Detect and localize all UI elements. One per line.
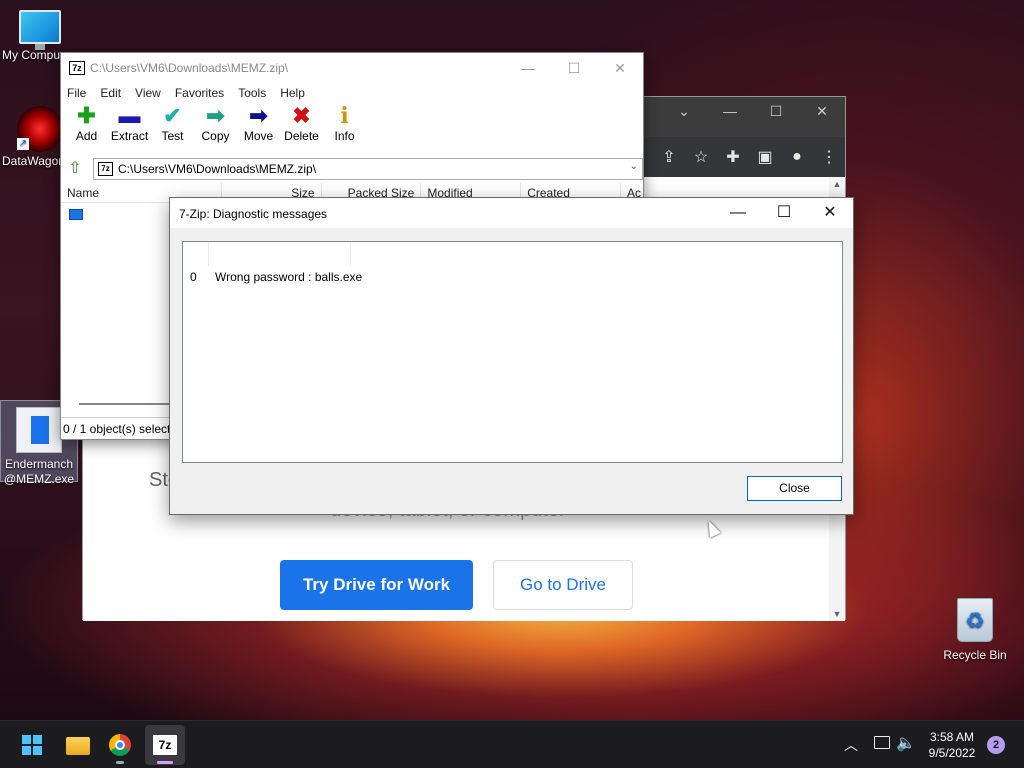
7zip-icon: 7z bbox=[153, 735, 177, 755]
toolbar: ✚ Add ▬ Extract ✔ Test ➡ Copy ➡ Move ✖ Delete … bbox=[61, 103, 643, 155]
diagnostic-dialog[interactable]: 7-Zip: Diagnostic messages — ☐ ✕ 0 Wrong … bbox=[169, 197, 854, 515]
maximize-icon[interactable]: ☐ bbox=[761, 198, 807, 228]
close-button[interactable]: Close bbox=[747, 476, 842, 501]
chrome-window-controls: ⌄ — ☐ ✕ bbox=[661, 97, 845, 127]
horizontal-scrollbar[interactable] bbox=[79, 403, 179, 405]
copy-label: Copy bbox=[201, 129, 230, 143]
status-text: 0 / 1 object(s) selecte bbox=[63, 422, 178, 436]
desktop-icon-label: @MEMZ.exe bbox=[3, 472, 75, 486]
delete-button[interactable]: ✖ Delete bbox=[280, 103, 323, 155]
minus-icon: ▬ bbox=[118, 103, 141, 128]
side-panel-icon[interactable]: ▣ bbox=[755, 147, 775, 167]
maximize-icon[interactable]: ☐ bbox=[753, 97, 799, 127]
kebab-menu-icon[interactable]: ⋮ bbox=[819, 147, 839, 167]
taskbar-7zip[interactable]: 7z bbox=[145, 725, 185, 765]
menu-view[interactable]: View bbox=[135, 83, 161, 103]
menu-edit[interactable]: Edit bbox=[100, 83, 121, 103]
extensions-icon[interactable]: ✚ bbox=[723, 147, 743, 167]
test-button[interactable]: ✔ Test bbox=[151, 103, 194, 155]
network-icon[interactable] bbox=[874, 736, 890, 749]
delete-label: Delete bbox=[284, 129, 319, 143]
clock-date: 9/5/2022 bbox=[928, 746, 976, 760]
message-text: Wrong password : balls.exe bbox=[215, 270, 363, 284]
chrome-icon bbox=[109, 734, 131, 756]
up-folder-icon[interactable]: ⇧ bbox=[65, 159, 85, 179]
taskbar-file-explorer[interactable] bbox=[57, 725, 97, 765]
7zip-archive-icon: 7z bbox=[98, 162, 113, 176]
scroll-down-icon[interactable]: ▼ bbox=[829, 609, 845, 619]
shortcut-arrow-icon: ↗ bbox=[17, 138, 29, 150]
move-arrow-icon: ➡ bbox=[249, 103, 268, 128]
close-icon[interactable]: ✕ bbox=[799, 97, 845, 127]
scroll-up-icon[interactable]: ▲ bbox=[829, 179, 845, 189]
chevron-down-icon[interactable]: ⌄ bbox=[630, 161, 638, 172]
go-to-drive-button[interactable]: Go to Drive bbox=[493, 560, 633, 610]
monitor-icon bbox=[19, 10, 61, 50]
desktop-icon-label: Endermanch bbox=[4, 457, 74, 471]
check-arrow-icon: ✔ bbox=[163, 103, 182, 128]
close-icon[interactable]: ✕ bbox=[597, 53, 643, 83]
minimize-icon[interactable]: — bbox=[505, 53, 551, 83]
profile-icon[interactable]: ● bbox=[787, 148, 807, 166]
address-row: ⇧ 7z C:\Users\VM6\Downloads\MEMZ.zip\ ⌄ bbox=[61, 157, 643, 181]
datawagon-icon: ↗ bbox=[17, 106, 63, 152]
taskbar: 7z ︿ 🔈 3:58 AM 9/5/2022 2 bbox=[0, 720, 1024, 768]
list-header bbox=[183, 242, 353, 266]
plus-icon: ✚ bbox=[77, 103, 96, 128]
menu-favorites[interactable]: Favorites bbox=[175, 83, 224, 103]
executable-icon bbox=[16, 407, 62, 453]
taskbar-chrome[interactable] bbox=[100, 725, 140, 765]
chevron-up-icon[interactable]: ︿ bbox=[844, 735, 858, 755]
close-icon[interactable]: ✕ bbox=[807, 198, 853, 228]
address-text: C:\Users\VM6\Downloads\MEMZ.zip\ bbox=[118, 162, 317, 176]
copy-arrow-icon: ➡ bbox=[206, 103, 225, 128]
info-label: Info bbox=[334, 129, 355, 143]
extract-button[interactable]: ▬ Extract bbox=[108, 103, 151, 155]
move-button[interactable]: ➡ Move bbox=[237, 103, 280, 155]
add-button[interactable]: ✚ Add bbox=[65, 103, 108, 155]
7zip-logo-icon: 7z bbox=[69, 61, 85, 75]
info-icon: i bbox=[340, 103, 349, 129]
minimize-icon[interactable]: — bbox=[715, 198, 761, 228]
dialog-title: 7-Zip: Diagnostic messages bbox=[179, 207, 328, 221]
chevron-down-icon[interactable]: ⌄ bbox=[661, 97, 707, 127]
minimize-icon[interactable]: — bbox=[707, 97, 753, 127]
share-icon[interactable]: ⇪ bbox=[659, 147, 679, 167]
extract-label: Extract bbox=[110, 129, 149, 143]
clock[interactable]: 3:58 AM 9/5/2022 bbox=[920, 729, 984, 761]
active-indicator bbox=[157, 761, 173, 764]
menu-file[interactable]: File bbox=[67, 83, 86, 103]
address-combobox[interactable]: 7z C:\Users\VM6\Downloads\MEMZ.zip\ ⌄ bbox=[93, 158, 643, 180]
window-title: C:\Users\VM6\Downloads\MEMZ.zip\ bbox=[90, 61, 289, 75]
desktop-icon-recycle-bin[interactable]: ♻ Recycle Bin bbox=[935, 598, 1015, 663]
star-icon[interactable]: ☆ bbox=[691, 147, 711, 167]
file-icon[interactable] bbox=[69, 209, 83, 220]
desktop-icon-label: Recycle Bin bbox=[943, 648, 1007, 662]
recycle-bin-icon: ♻ bbox=[957, 598, 993, 642]
windows-logo-icon bbox=[22, 735, 42, 755]
list-item[interactable]: 0 Wrong password : balls.exe bbox=[190, 270, 362, 284]
start-button[interactable] bbox=[12, 725, 52, 765]
copy-button[interactable]: ➡ Copy bbox=[194, 103, 237, 155]
menu-tools[interactable]: Tools bbox=[238, 83, 266, 103]
test-label: Test bbox=[161, 129, 184, 143]
menu-bar: File Edit View Favorites Tools Help bbox=[61, 83, 643, 103]
messages-list[interactable]: 0 Wrong password : balls.exe bbox=[182, 241, 843, 463]
menu-help[interactable]: Help bbox=[280, 83, 305, 103]
volume-icon[interactable]: 🔈 bbox=[896, 733, 916, 753]
folder-icon bbox=[66, 737, 90, 755]
delete-x-icon: ✖ bbox=[292, 103, 311, 128]
7zip-titlebar[interactable]: 7z C:\Users\VM6\Downloads\MEMZ.zip\ — ☐ … bbox=[61, 53, 643, 83]
message-index: 0 bbox=[190, 270, 197, 284]
try-drive-for-work-button[interactable]: Try Drive for Work bbox=[280, 560, 473, 610]
dialog-titlebar[interactable]: 7-Zip: Diagnostic messages — ☐ ✕ bbox=[170, 198, 853, 228]
running-indicator bbox=[116, 761, 124, 764]
notification-badge[interactable]: 2 bbox=[987, 736, 1005, 754]
add-label: Add bbox=[75, 129, 98, 143]
clock-time: 3:58 AM bbox=[929, 730, 975, 744]
move-label: Move bbox=[243, 129, 274, 143]
info-button[interactable]: i Info bbox=[323, 103, 366, 155]
maximize-icon[interactable]: ☐ bbox=[551, 53, 597, 83]
